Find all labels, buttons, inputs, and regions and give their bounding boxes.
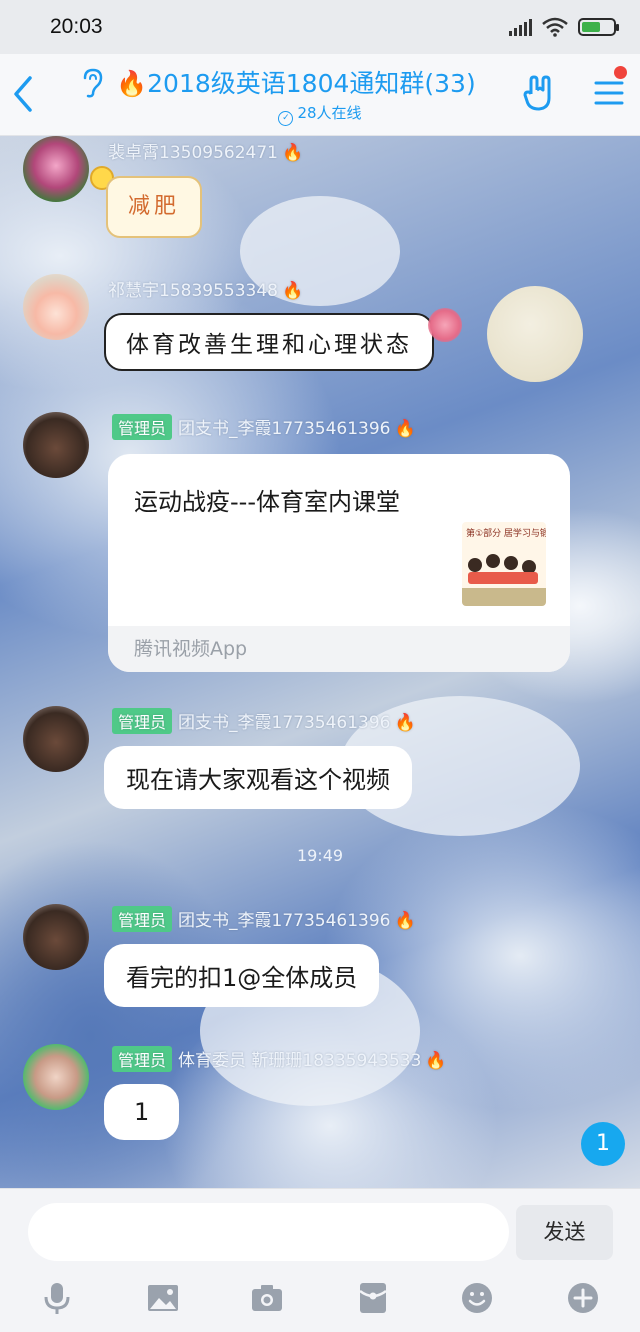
sender-name-text: 团支书_李霞17735461396 bbox=[178, 419, 391, 439]
menu-icon[interactable] bbox=[594, 78, 624, 108]
fire-icon: 🔥 bbox=[281, 143, 304, 163]
online-count: 28人在线 bbox=[297, 104, 362, 122]
shared-video-card[interactable]: 运动战疫---体育室内课堂 第①部分 居学习与锻炼身体 腾讯视频App bbox=[108, 454, 570, 672]
input-toolbar bbox=[0, 1281, 640, 1321]
red-packet-icon[interactable] bbox=[356, 1281, 390, 1315]
input-bar: 发送 bbox=[0, 1188, 640, 1332]
camera-icon[interactable] bbox=[250, 1281, 284, 1315]
status-time: 20:03 bbox=[50, 15, 103, 38]
wifi-icon bbox=[542, 17, 568, 37]
avatar[interactable] bbox=[23, 136, 89, 202]
admin-badge: 管理员 bbox=[112, 414, 173, 440]
notification-dot bbox=[614, 66, 627, 79]
share-source: 腾讯视频App bbox=[108, 626, 570, 672]
ground bbox=[462, 588, 546, 606]
share-title: 运动战疫---体育室内课堂 bbox=[134, 488, 400, 516]
sender-name-text: 团支书_李霞17735461396 bbox=[178, 911, 391, 931]
emoji-icon[interactable] bbox=[460, 1281, 494, 1315]
sender-name: 管理员 团支书_李霞17735461396 🔥 bbox=[112, 708, 416, 734]
group-title[interactable]: 🔥2018级英语1804通知群(33) bbox=[116, 64, 476, 100]
microphone-icon[interactable] bbox=[40, 1281, 74, 1315]
unread-badge[interactable]: 1 bbox=[581, 1122, 625, 1166]
sender-name-text: 团支书_李霞17735461396 bbox=[178, 713, 391, 733]
sender-name: 管理员 体育委员 靳珊珊18335943533 🔥 bbox=[112, 1046, 447, 1072]
sticker-message[interactable]: 减肥 bbox=[106, 176, 202, 238]
sender-name: 祁慧宇15839553348 🔥 bbox=[108, 276, 303, 301]
fire-icon: 🔥 bbox=[281, 281, 304, 301]
admin-badge: 管理员 bbox=[112, 1046, 173, 1072]
fire-icon: 🔥 bbox=[425, 1051, 447, 1071]
ear-icon[interactable] bbox=[80, 68, 104, 98]
check-icon: ✓ bbox=[278, 111, 294, 126]
video-thumbnail: 第①部分 居学习与锻炼身体 bbox=[462, 522, 546, 606]
fire-icon: 🔥 bbox=[394, 419, 416, 439]
thumbnail-text: 第①部分 居学习与锻炼身体 bbox=[466, 529, 546, 539]
avatar[interactable] bbox=[23, 412, 89, 478]
sender-name: 管理员 团支书_李霞17735461396 🔥 bbox=[112, 906, 416, 932]
moon-decoration bbox=[487, 286, 583, 382]
admin-badge: 管理员 bbox=[112, 906, 173, 932]
status-icons bbox=[509, 17, 619, 37]
plus-icon[interactable] bbox=[566, 1281, 600, 1315]
chat-area[interactable]: 裴卓霄13509562471 🔥 减肥 祁慧宇15839553348 🔥 体育改善生… bbox=[0, 136, 640, 1188]
message-bubble[interactable]: 看完的扣1@全体成员 bbox=[104, 944, 380, 1007]
avatar[interactable] bbox=[23, 274, 89, 340]
sender-name-text: 裴卓霄13509562471 bbox=[108, 143, 278, 163]
fire-icon: 🔥 bbox=[394, 713, 416, 733]
avatar[interactable] bbox=[23, 706, 89, 772]
avatar[interactable] bbox=[23, 904, 89, 970]
sender-name-text: 祁慧宇15839553348 bbox=[108, 281, 278, 301]
avatar[interactable] bbox=[23, 1044, 89, 1110]
status-bar: 20:03 bbox=[0, 0, 640, 54]
fire-icon: 🔥 bbox=[394, 911, 416, 931]
image-icon[interactable] bbox=[146, 1281, 180, 1315]
chat-header: 🔥2018级英语1804通知群(33) ✓ 28人在线 bbox=[0, 54, 640, 136]
send-button[interactable]: 发送 bbox=[516, 1205, 613, 1260]
sender-name: 裴卓霄13509562471 🔥 bbox=[108, 138, 303, 163]
signal-icon bbox=[509, 18, 532, 36]
message-bubble[interactable]: 1 bbox=[104, 1084, 180, 1140]
message-bubble[interactable]: 体育改善生理和心理状态 bbox=[104, 313, 434, 371]
message-timestamp: 19:49 bbox=[296, 846, 344, 865]
message-input[interactable] bbox=[28, 1203, 509, 1261]
kids-illustration bbox=[468, 552, 540, 586]
battery-icon bbox=[578, 18, 619, 36]
sender-name-text: 体育委员 靳珊珊18335943533 bbox=[178, 1051, 422, 1071]
message-bubble[interactable]: 现在请大家观看这个视频 bbox=[104, 746, 412, 809]
flower-decoration bbox=[428, 308, 462, 342]
admin-badge: 管理员 bbox=[112, 708, 173, 734]
sender-name: 管理员 团支书_李霞17735461396 🔥 bbox=[112, 414, 416, 440]
hand-gesture-icon[interactable] bbox=[522, 74, 556, 112]
